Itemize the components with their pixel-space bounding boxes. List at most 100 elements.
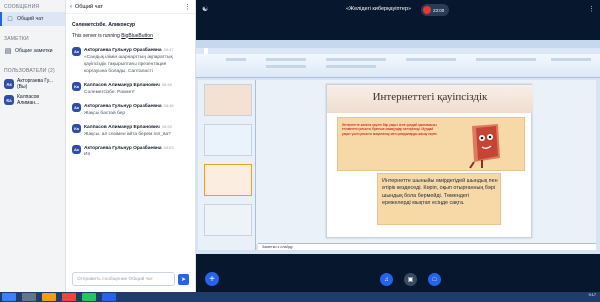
taskbar-app-icon[interactable] — [42, 293, 56, 301]
slide-thumbnail[interactable] — [204, 84, 252, 116]
taskbar-clock: 9:17 — [588, 293, 596, 297]
taskbar-app-icon[interactable] — [22, 293, 36, 301]
chat-message-input[interactable]: Отправить сообщение Общий чат — [72, 272, 175, 286]
message-sender: Акторгаева Гульнур Оразбаевна — [84, 103, 162, 109]
ribbon-control — [266, 65, 306, 68]
slide-notes[interactable]: Заметки к слайду — [258, 243, 596, 250]
audio-button[interactable]: ♫ — [380, 273, 393, 286]
more-options-icon[interactable]: ⋮ — [184, 3, 191, 11]
bigbluebutton-link[interactable]: BigBlueButton — [121, 33, 153, 39]
message-time: 08:48 — [163, 102, 174, 108]
shared-notes-label: Общие заметки — [15, 48, 53, 54]
chat-message: Ак Акторгаева Гульнур Оразбаевна 08:48 Жа… — [66, 100, 195, 121]
sidebar-item-public-chat[interactable]: □ Общий чат — [0, 12, 65, 26]
os-taskbar: 9:17 — [0, 292, 600, 302]
note-icon: ▤ — [4, 48, 12, 55]
slide-thumbnail[interactable] — [204, 164, 252, 196]
taskbar-app-icon[interactable] — [82, 293, 96, 301]
ppt-window-titlebar — [196, 40, 600, 48]
slide-small-text: Интернетте желілік қауіпті бар уақыт сіз… — [342, 123, 438, 136]
avatar: Ка — [4, 95, 14, 105]
chat-header: ‹ Общий чат ⋮ — [66, 0, 195, 14]
avatar: Ак — [72, 47, 81, 56]
welcome-greeting: Сәлеметсізбе. Аликонсур — [72, 22, 136, 28]
ppt-tab: ​ — [204, 48, 208, 54]
slide-text-box: Интернетте шыныйы өмірдегідей шындық пен… — [377, 173, 501, 225]
message-time: 08:48 — [161, 81, 172, 87]
slide-text-box: Интернетте желілік қауіпті бар уақыт сіз… — [337, 117, 525, 171]
user-list-item[interactable]: Ка Калпасов Алиман... — [0, 92, 65, 108]
ribbon-control — [326, 58, 386, 61]
public-chat-label: Общий чат — [17, 16, 44, 22]
taskbar-app-icon[interactable] — [62, 293, 76, 301]
current-slide: Интернеттегі қауіпсіздік Интернетте желі… — [326, 84, 533, 238]
sidebar-item-shared-notes[interactable]: ▤ Общие заметки — [0, 44, 65, 58]
add-actions-button[interactable]: + — [205, 272, 219, 286]
message-sender: Акторгаева Гульнур Оразбаевна — [84, 145, 162, 151]
message-text: Сәлеметсізбе. Рахмет! — [84, 89, 135, 95]
chat-title: Общий чат — [75, 3, 103, 10]
message-sender: Калпасов Алиманур Ерланович — [84, 82, 160, 88]
send-message-button[interactable]: ➤ — [178, 274, 189, 285]
book-mascot-image — [469, 124, 500, 169]
camera-icon: ▣ — [407, 277, 414, 283]
avatar: Ак — [4, 79, 14, 89]
back-chevron-icon[interactable]: ‹ — [70, 4, 72, 10]
shared-screen: ​ ​ ​ ​ Интернетт — [196, 40, 600, 254]
chat-panel: ‹ Общий чат ⋮ Сәлеметсізбе. Аликонсур Th… — [66, 0, 196, 292]
messages-section-title: СООБЩЕНИЯ — [4, 4, 40, 10]
presentation-area: ☯ «Желідегі киберқауіптер» 23:00 ⋮ ​ ​ ​… — [196, 0, 600, 292]
chat-bubble-icon: □ — [7, 15, 13, 23]
slide-thumbnail[interactable] — [204, 124, 252, 156]
slide-thumbnail[interactable] — [204, 204, 252, 236]
message-time: 08:47 — [163, 47, 174, 52]
video-button[interactable]: ▣ — [404, 273, 417, 286]
app-root: СООБЩЕНИЯ □ Общий чат ЗАМЕТКИ ▤ Общие за… — [0, 0, 600, 302]
meeting-title: «Желідегі киберқауіптер» — [346, 6, 412, 12]
ribbon-control — [266, 58, 306, 61]
ribbon-control — [476, 58, 536, 61]
ribbon-control — [551, 58, 591, 61]
slide-main-text: Интернетте шыныйы өмірдегідей шындық пен… — [382, 178, 498, 206]
chat-message: Ак Акторгаева Гульнур Оразбаевна 08:53 Иә — [66, 142, 195, 163]
chat-message: Ак Акторгаева Гульнур Оразбаевна 08:47 «С… — [66, 44, 195, 79]
user-settings-icon[interactable]: ☯ — [202, 5, 208, 13]
ribbon-control — [326, 65, 376, 68]
slide-editor: Интернеттегі қауіпсіздік Интернетте желі… — [256, 80, 596, 244]
chat-message: Ка Калпасов Алиманур Ерланович 08:48 Сәле… — [66, 79, 195, 100]
message-sender: Калпасов Алиманур Ерланович — [84, 124, 160, 130]
slide-thumbnails — [198, 80, 256, 250]
ribbon-control — [226, 58, 246, 61]
message-time: 08:53 — [163, 144, 174, 150]
screen-share-button[interactable]: □ — [428, 273, 441, 286]
ribbon-control — [406, 58, 456, 61]
user-name: Калпасов Алиман... — [17, 94, 40, 106]
user-list-item[interactable]: Ак Акторгаева Гу... (Вы) — [0, 76, 65, 92]
headphones-icon: ♫ — [384, 276, 389, 283]
chat-message: Ка Калпасов Алиманур Ерланович 08:53 Жақс… — [66, 121, 195, 142]
more-options-icon[interactable]: ⋮ — [588, 5, 595, 13]
recording-indicator[interactable]: 23:00 — [421, 4, 449, 16]
taskbar-app-icon[interactable] — [102, 293, 116, 301]
welcome-text: This server is running — [72, 32, 122, 39]
message-text: Иә — [84, 152, 91, 158]
users-section-title: ПОЛЬЗОВАТЕЛИ (2) — [4, 68, 55, 74]
user-name: Акторгаева Гу... (Вы) — [17, 78, 53, 90]
monitor-icon: □ — [432, 276, 437, 283]
record-icon — [423, 6, 431, 14]
message-text: Жақсы бастай бер — [84, 110, 125, 116]
notes-section-title: ЗАМЕТКИ — [4, 36, 29, 42]
avatar: Ак — [72, 102, 81, 112]
start-icon[interactable] — [2, 293, 16, 301]
slide-title: Интернеттегі қауіпсіздік — [372, 91, 488, 103]
message-text: «Сандық ілімін шарнарттың ақпараттық қау… — [84, 54, 173, 74]
welcome-message: Сәлеметсізбе. Аликонсур This server is r… — [72, 22, 189, 40]
chat-input-placeholder: Отправить сообщение Общий чат — [77, 276, 153, 282]
recording-time: 23:00 — [433, 7, 445, 13]
avatar: Ка — [72, 81, 81, 91]
send-arrow-icon: ➤ — [180, 277, 187, 283]
avatar: Ка — [72, 123, 81, 133]
left-sidebar: СООБЩЕНИЯ □ Общий чат ЗАМЕТКИ ▤ Общие за… — [0, 0, 66, 292]
message-time: 08:53 — [161, 123, 172, 129]
message-text: Жақсы. ал сөзімен айта берем ілл_ва? — [84, 131, 171, 137]
